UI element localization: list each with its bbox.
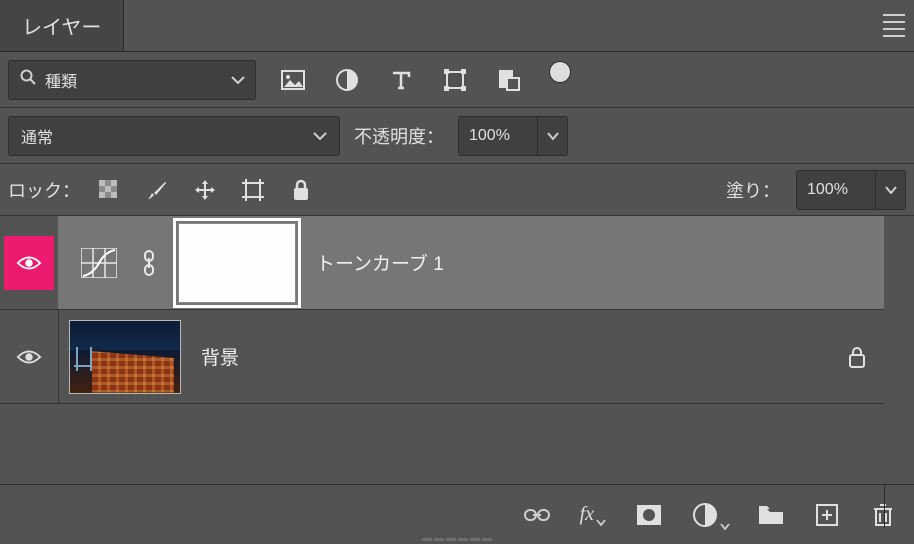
fill-value: 100%: [807, 181, 848, 199]
visibility-toggle-icon[interactable]: [16, 250, 42, 276]
filter-toggle[interactable]: [550, 62, 570, 82]
panel-header: レイヤー: [0, 0, 914, 52]
layer-name[interactable]: トーンカーブ 1: [316, 249, 444, 276]
curves-adjustment-icon: [78, 247, 120, 279]
chevron-down-icon: [231, 75, 245, 85]
lock-brush-icon[interactable]: [144, 177, 170, 203]
layer-row[interactable]: 背景: [0, 310, 884, 404]
layer-panel-footer: fx: [0, 484, 914, 544]
opacity-value: 100%: [469, 127, 510, 145]
opacity-dropdown[interactable]: [538, 116, 568, 156]
layer-name[interactable]: 背景: [201, 343, 239, 370]
link-layers-icon[interactable]: [524, 502, 550, 528]
lock-icons: [96, 177, 314, 203]
filter-adjustment-icon[interactable]: [334, 67, 360, 93]
layer-body: トーンカーブ 1: [58, 216, 870, 309]
add-mask-icon[interactable]: [636, 502, 662, 528]
search-icon: [19, 68, 37, 91]
new-layer-icon[interactable]: [814, 502, 840, 528]
layer-row[interactable]: トーンカーブ 1: [0, 216, 884, 310]
scrollbar-track[interactable]: [884, 484, 914, 528]
layer-mask-thumbnail[interactable]: [178, 223, 296, 303]
opacity-input[interactable]: 100%: [458, 116, 538, 156]
lock-label: ロック：: [8, 177, 80, 203]
lock-position-icon[interactable]: [192, 177, 218, 203]
lock-row: ロック： 塗り： 100%: [0, 164, 914, 216]
new-group-icon[interactable]: [758, 502, 784, 528]
layer-body: 背景: [59, 310, 870, 403]
filter-type-dropdown[interactable]: 種類: [8, 60, 256, 100]
layer-list: トーンカーブ 1 背景: [0, 216, 884, 404]
layer-thumbnail[interactable]: [69, 320, 181, 394]
fill-dropdown[interactable]: [876, 170, 906, 210]
filter-shape-icon[interactable]: [442, 67, 468, 93]
blend-mode-dropdown[interactable]: 通常: [8, 116, 340, 156]
lock-all-icon[interactable]: [288, 177, 314, 203]
visibility-highlight: [4, 236, 54, 290]
lock-pixels-icon[interactable]: [96, 177, 122, 203]
opacity-label: 不透明度：: [354, 123, 444, 149]
visibility-column: [0, 310, 58, 403]
layer-lock-icon[interactable]: [844, 344, 870, 370]
fill-input[interactable]: 100%: [796, 170, 876, 210]
chevron-down-icon: [313, 131, 327, 141]
filter-smartobject-icon[interactable]: [496, 67, 522, 93]
fx-label: fx: [580, 503, 594, 526]
link-mask-icon[interactable]: [140, 250, 158, 276]
resize-handle[interactable]: [422, 536, 492, 542]
panel-tab-layers[interactable]: レイヤー: [0, 0, 124, 51]
new-adjustment-icon[interactable]: [692, 502, 718, 528]
visibility-toggle-icon[interactable]: [16, 344, 42, 370]
blend-row: 通常 不透明度： 100%: [0, 108, 914, 164]
blend-mode-value: 通常: [21, 124, 53, 148]
layer-filter-row: 種類: [0, 52, 914, 108]
filter-buttons: [280, 67, 570, 93]
panel-menu-icon[interactable]: [888, 13, 914, 39]
panel-title: レイヤー: [22, 11, 101, 40]
filter-image-icon[interactable]: [280, 67, 306, 93]
fill-label: 塗り：: [726, 177, 780, 203]
visibility-column: [0, 216, 58, 309]
filter-type-icon[interactable]: [388, 67, 414, 93]
filter-type-label: 種類: [45, 68, 77, 92]
layer-style-icon[interactable]: fx: [580, 503, 606, 526]
lock-artboard-icon[interactable]: [240, 177, 266, 203]
